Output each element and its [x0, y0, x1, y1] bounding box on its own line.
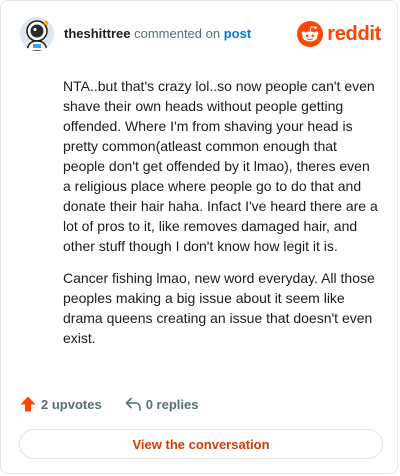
embed-card: theshittree commented on post reddit NTA…: [0, 0, 398, 474]
avatar[interactable]: [20, 17, 54, 51]
upvote-button[interactable]: 2 upvotes: [19, 395, 102, 413]
reply-arrow-icon: [125, 397, 141, 411]
astronaut-avatar-icon: [20, 17, 54, 51]
brand-wordmark: reddit: [327, 22, 381, 45]
reddit-snoo-icon: [297, 21, 324, 47]
upvote-count: 2 upvotes: [41, 396, 102, 412]
comment-paragraph: NTA..but that's crazy lol..so now people…: [63, 78, 378, 254]
comment-body: NTA..but that's crazy lol..so now people…: [63, 76, 381, 360]
comment-actions: 2 upvotes 0 replies: [19, 394, 198, 414]
commented-on-label: commented on: [134, 26, 221, 41]
reddit-logo[interactable]: reddit: [297, 20, 381, 48]
comment-header: theshittree commented on post reddit: [20, 17, 381, 51]
username[interactable]: theshittree: [64, 26, 130, 41]
upvote-arrow-icon: [20, 396, 36, 412]
post-link[interactable]: post: [224, 26, 251, 41]
reply-count: 0 replies: [145, 396, 199, 412]
reply-button[interactable]: 0 replies: [124, 395, 199, 413]
comment-paragraph: Cancer fishing lmao, new word everyday. …: [63, 270, 375, 346]
view-conversation-button[interactable]: View the conversation: [19, 429, 383, 459]
comment-meta: theshittree commented on post: [64, 26, 251, 42]
